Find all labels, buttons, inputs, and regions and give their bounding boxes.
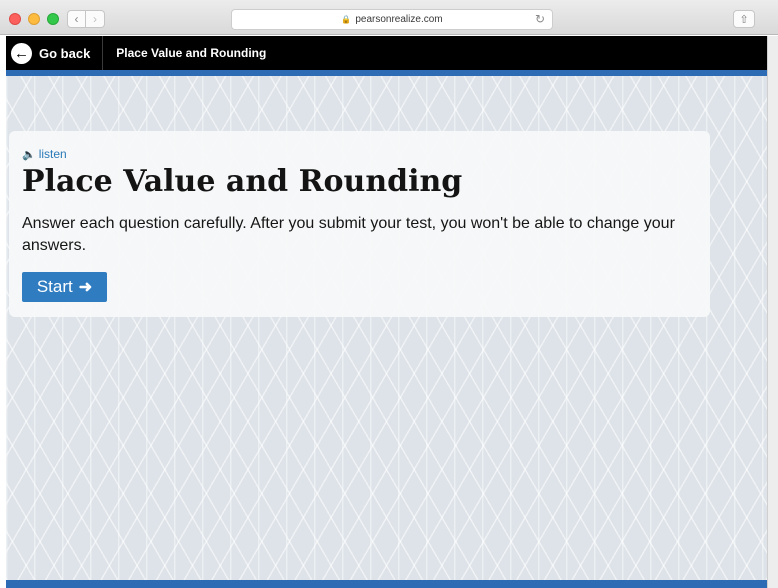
app-header: ← Go back Place Value and Rounding (6, 36, 767, 70)
listen-button[interactable]: 🔈 listen (22, 147, 67, 161)
share-button[interactable]: ⇧ (733, 10, 755, 28)
browser-forward-button[interactable]: › (86, 10, 105, 28)
address-bar[interactable]: 🔒 pearsonrealize.com ↻ (231, 9, 553, 30)
start-label: Start (36, 277, 73, 296)
lock-icon: 🔒 (341, 15, 352, 24)
share-icon: ⇧ (739, 13, 749, 26)
minimize-window-button[interactable] (28, 13, 40, 25)
arrow-right-icon: ➜ (78, 279, 93, 296)
chevron-left-icon: ‹ (74, 12, 79, 26)
go-back-label: Go back (39, 45, 91, 61)
assessment-intro-card: 🔈 listen Place Value and Rounding Answer… (9, 131, 710, 317)
header-title: Place Value and Rounding (116, 46, 267, 60)
go-back-button[interactable]: ← Go back (6, 36, 104, 70)
listen-label: listen (38, 147, 67, 161)
maximize-window-button[interactable] (47, 13, 59, 25)
window-edge (767, 36, 778, 588)
speaker-icon: 🔈 (22, 148, 36, 161)
url-text: pearsonrealize.com (355, 14, 443, 25)
arrow-left-circle-icon: ← (11, 42, 32, 64)
reload-icon[interactable]: ↻ (535, 12, 545, 26)
browser-back-button[interactable]: ‹ (67, 10, 86, 28)
instructions-text: Answer each question carefully. After yo… (22, 215, 675, 254)
close-window-button[interactable] (9, 13, 21, 25)
start-button[interactable]: Start ➜ (22, 272, 107, 302)
page-title: Place Value and Rounding (22, 164, 463, 199)
footer-accent-stripe (6, 580, 767, 588)
chevron-right-icon: › (93, 12, 97, 26)
browser-toolbar: ‹ › 🔒 pearsonrealize.com ↻ ⇧ (0, 0, 778, 35)
